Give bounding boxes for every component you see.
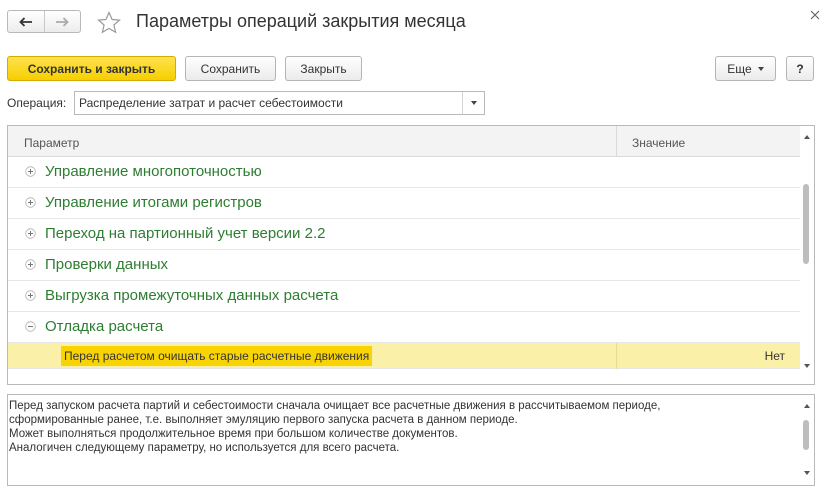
group-label: Управление итогами регистров: [45, 194, 262, 211]
back-button[interactable]: [8, 11, 44, 32]
parameters-table: Параметр Значение Управление многопоточн…: [7, 125, 815, 385]
expand-plus-icon[interactable]: [25, 228, 36, 239]
page-title: Параметры операций закрытия месяца: [136, 11, 466, 31]
group-label: Проверки данных: [45, 256, 169, 273]
save-button[interactable]: Сохранить: [185, 56, 276, 81]
scroll-down-icon[interactable]: [804, 471, 810, 475]
parameter-description[interactable]: Перед запуском расчета партий и себестои…: [7, 394, 815, 486]
close-button[interactable]: Закрыть: [285, 56, 362, 81]
description-text: Перед запуском расчета партий и себестои…: [9, 399, 799, 455]
scroll-down-icon[interactable]: [804, 364, 810, 368]
table-row[interactable]: Управление многопоточностью: [8, 157, 801, 188]
collapse-minus-icon[interactable]: [25, 321, 36, 332]
column-header-value[interactable]: Значение: [632, 136, 685, 150]
arrow-right-icon: [56, 16, 70, 27]
description-scrollbar[interactable]: [800, 395, 814, 485]
table-row[interactable]: Управление итогами регистров: [8, 188, 801, 219]
group-label: Переход на партионный учет версии 2.2: [45, 225, 326, 242]
table-body: Управление многопоточностью Управление и…: [8, 157, 801, 379]
column-divider[interactable]: [616, 126, 617, 157]
help-button[interactable]: ?: [786, 56, 814, 81]
save-and-close-button[interactable]: Сохранить и закрыть: [7, 56, 176, 81]
description-line: сформированные ранее, т.е. выполняет эму…: [9, 414, 518, 426]
title-bar: Параметры операций закрытия месяца: [0, 0, 832, 46]
scroll-up-icon[interactable]: [804, 404, 810, 408]
parameter-label: Перед расчетом очищать старые расчетные …: [61, 346, 373, 366]
operation-input[interactable]: [75, 92, 461, 114]
operation-select[interactable]: [74, 91, 485, 115]
column-divider: [616, 343, 617, 369]
expand-plus-icon[interactable]: [25, 166, 36, 177]
table-row[interactable]: Проверки данных: [8, 250, 801, 281]
chevron-down-icon: [757, 66, 764, 71]
navigation-buttons: [7, 10, 81, 33]
expand-plus-icon[interactable]: [25, 197, 36, 208]
group-label: Управление многопоточностью: [45, 163, 262, 180]
arrow-left-icon: [18, 16, 32, 27]
group-label: Выгрузка промежуточных данных расчета: [45, 287, 339, 304]
operation-label: Операция:: [7, 96, 67, 110]
group-label: Отладка расчета: [45, 318, 164, 335]
scrollbar-thumb[interactable]: [803, 184, 809, 264]
table-row[interactable]: Переход на партионный учет версии 2.2: [8, 219, 801, 250]
table-header: Параметр Значение: [8, 126, 801, 157]
more-button[interactable]: Еще: [715, 56, 776, 81]
table-row[interactable]: Выгрузка промежуточных данных расчета: [8, 281, 801, 312]
expand-plus-icon[interactable]: [25, 259, 36, 270]
star-icon[interactable]: [96, 10, 122, 36]
table-row-selected[interactable]: Перед расчетом очищать старые расчетные …: [8, 343, 801, 369]
scrollbar-thumb[interactable]: [803, 420, 809, 450]
expand-plus-icon[interactable]: [25, 290, 36, 301]
forward-button[interactable]: [43, 11, 81, 32]
table-scrollbar[interactable]: [800, 126, 814, 384]
operation-dropdown-button[interactable]: [462, 92, 484, 114]
description-line: Может выполняться продолжительное время …: [9, 428, 458, 440]
table-row[interactable]: Отладка расчета: [8, 312, 801, 343]
column-header-parameter[interactable]: Параметр: [24, 136, 79, 150]
scroll-up-icon[interactable]: [804, 135, 810, 139]
more-button-label: Еще: [727, 61, 752, 76]
parameter-value[interactable]: Нет: [765, 349, 785, 363]
chevron-down-icon: [470, 101, 477, 105]
close-icon[interactable]: [808, 8, 822, 22]
description-line: Перед запуском расчета партий и себестои…: [9, 400, 661, 412]
description-line: Аналогичен следующему параметру, но испо…: [9, 442, 400, 454]
table-row[interactable]: [8, 369, 801, 379]
